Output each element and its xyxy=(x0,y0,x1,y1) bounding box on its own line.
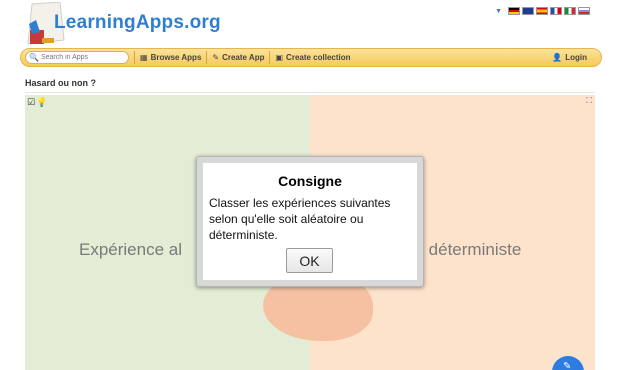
pencil-icon: ✎ xyxy=(212,53,220,62)
grid-icon: ▦ xyxy=(140,53,148,62)
page-title: Hasard ou non ? xyxy=(25,78,97,88)
hint-bulb-icon[interactable]: 💡 xyxy=(36,97,47,108)
flag-fr-icon[interactable] xyxy=(550,7,562,15)
app-tools: ☑ 💡 xyxy=(27,97,47,108)
flag-it-icon[interactable] xyxy=(564,7,576,15)
create-app-button[interactable]: ✎ Create App xyxy=(212,53,264,62)
search-box[interactable]: 🔍 xyxy=(25,51,129,64)
toolbar-divider xyxy=(269,51,271,64)
toolbar-divider xyxy=(134,51,135,64)
title-divider xyxy=(25,92,595,93)
dialog-text: Classer les expériences suivantes selon … xyxy=(209,196,391,242)
chat-icon: ✎ xyxy=(563,361,572,370)
login-label: Login xyxy=(565,53,587,62)
user-icon: 👤 xyxy=(552,53,563,62)
create-collection-label: Create collection xyxy=(286,53,351,62)
flag-de-icon[interactable] xyxy=(508,7,520,15)
site-logo-text[interactable]: LearningApps.org xyxy=(54,12,221,34)
create-collection-button[interactable]: ▣ Create collection xyxy=(275,53,350,62)
flag-en-icon[interactable] xyxy=(522,7,534,15)
main-toolbar: 🔍 ▦ Browse Apps ✎ Create App ▣ Create co… xyxy=(20,48,602,67)
browse-apps-button[interactable]: ▦ Browse Apps xyxy=(140,53,201,62)
flag-es-icon[interactable] xyxy=(536,7,548,15)
toolbar-divider xyxy=(206,51,208,64)
collection-icon: ▣ xyxy=(275,53,284,62)
fullscreen-icon[interactable]: ⛶ xyxy=(586,96,592,106)
browse-apps-label: Browse Apps xyxy=(150,53,202,62)
create-app-label: Create App xyxy=(222,53,265,62)
check-solution-icon[interactable]: ☑ xyxy=(27,97,35,108)
language-selector[interactable]: ▼ xyxy=(495,7,590,15)
search-icon: 🔍 xyxy=(29,53,39,62)
dialog-title: Consigne xyxy=(278,173,342,189)
search-input[interactable] xyxy=(40,54,129,61)
ok-button[interactable]: OK xyxy=(286,248,333,273)
login-button[interactable]: 👤 Login xyxy=(552,53,587,62)
random-zone-label: Expérience al xyxy=(79,240,183,259)
chevron-down-icon[interactable]: ▼ xyxy=(495,8,502,15)
flag-ru-icon[interactable] xyxy=(578,7,590,15)
